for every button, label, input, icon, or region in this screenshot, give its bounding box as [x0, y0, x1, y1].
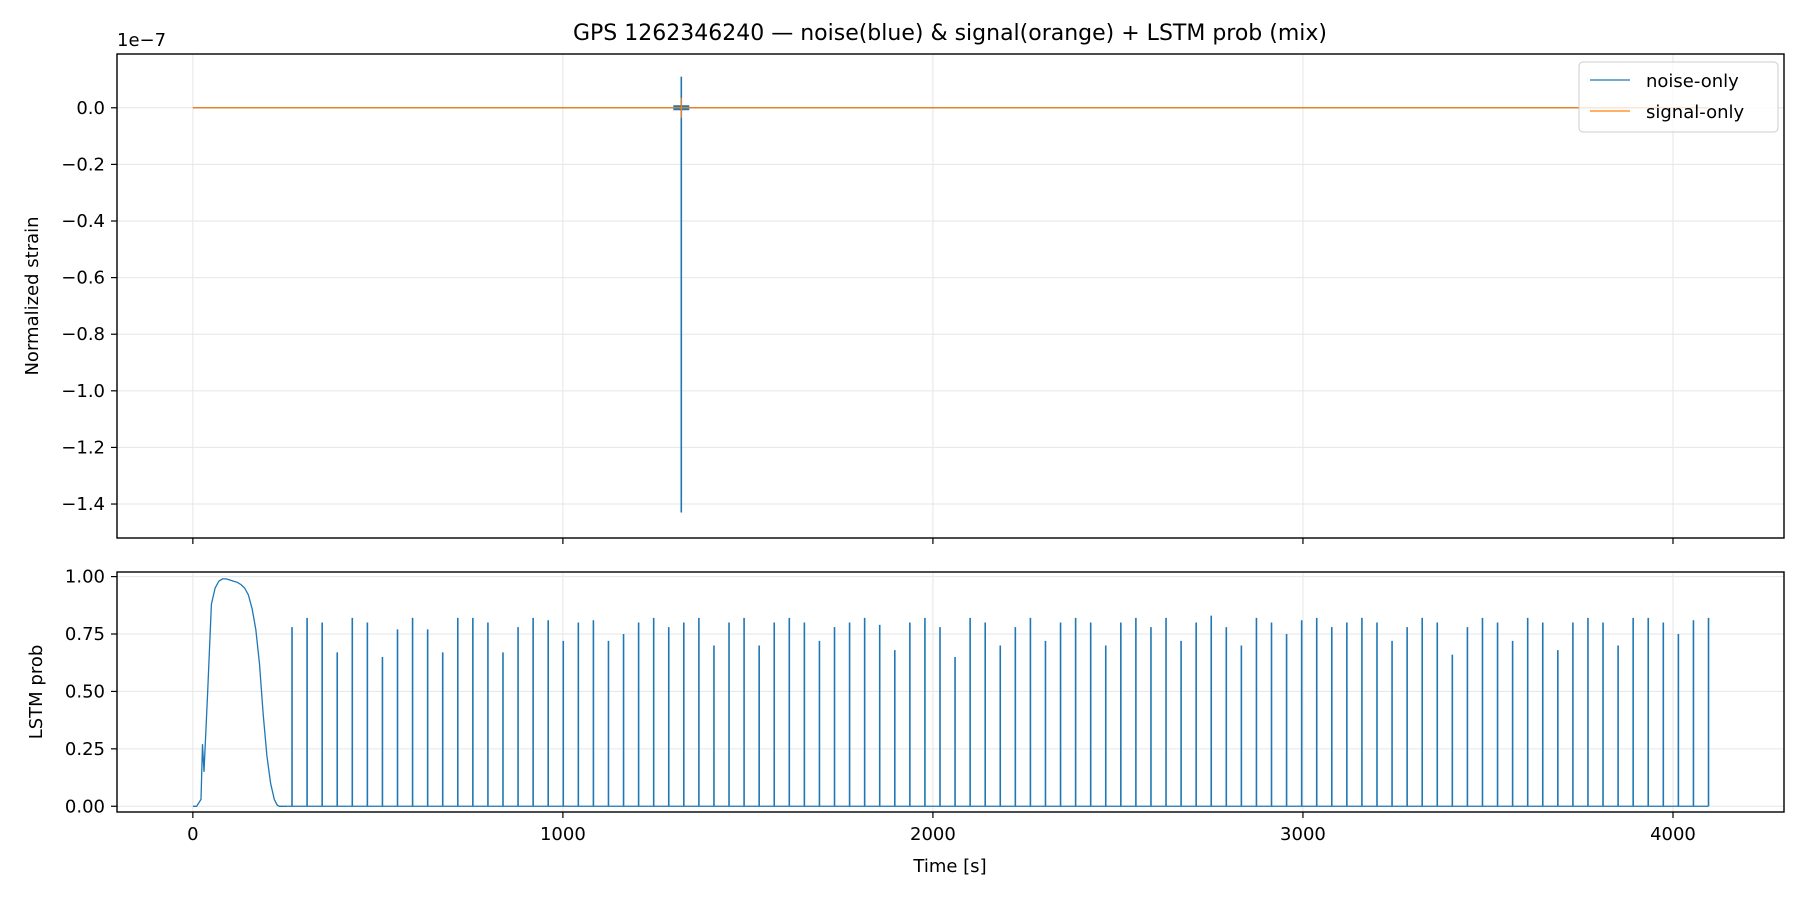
figure-background [0, 0, 1800, 900]
lstm-x-tick-label: 4000 [1650, 824, 1696, 845]
strain-y-tick-label: −1.0 [61, 381, 105, 402]
lstm-y-axis-label: LSTM prob [26, 645, 47, 740]
legend-label-signal-only: signal-only [1646, 102, 1744, 123]
lstm-x-tick-label: 1000 [540, 824, 586, 845]
strain-y-tick-label: −0.6 [61, 268, 105, 289]
legend-label-noise-only: noise-only [1646, 71, 1739, 92]
figure: GPS 1262346240 — noise(blue) & signal(or… [0, 0, 1800, 900]
strain-y-tick-label: −1.4 [61, 494, 105, 515]
strain-y-axis-label: Normalized strain [22, 216, 43, 375]
lstm-y-tick-label: 0.25 [65, 739, 105, 760]
lstm-x-tick-label: 3000 [1280, 824, 1326, 845]
strain-y-tick-label: −0.4 [61, 211, 105, 232]
lstm-x-tick-label: 2000 [910, 824, 956, 845]
strain-y-tick-label: 0.0 [76, 98, 105, 119]
lstm-y-tick-label: 0.00 [65, 796, 105, 817]
strain-y-tick-label: −0.8 [61, 324, 105, 345]
strain-y-tick-label: −0.2 [61, 154, 105, 175]
lstm-y-tick-label: 0.50 [65, 681, 105, 702]
lstm-y-tick-label: 1.00 [65, 567, 105, 588]
strain-offset-label: 1e−7 [117, 30, 166, 51]
lstm-x-tick-label: 0 [187, 824, 198, 845]
lstm-y-tick-label: 0.75 [65, 624, 105, 645]
legend: noise-only signal-only [1578, 61, 1779, 133]
chart-title: GPS 1262346240 — noise(blue) & signal(or… [573, 21, 1327, 46]
strain-y-tick-label: −1.2 [61, 437, 105, 458]
x-axis-label: Time [s] [912, 856, 986, 877]
